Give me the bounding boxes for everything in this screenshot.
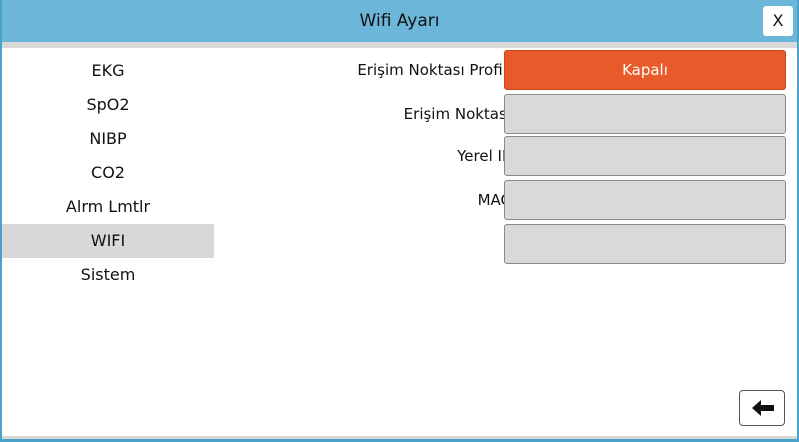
row-extra: [214, 224, 797, 264]
local-ip-field[interactable]: [504, 136, 786, 176]
close-button[interactable]: X: [763, 6, 793, 36]
sidebar: EKG SpO2 NIBP CO2 Alrm Lmtlr WIFI Sistem: [2, 48, 214, 436]
sidebar-item-alarm-limits[interactable]: Alrm Lmtlr: [2, 190, 214, 224]
title-bar: Wifi Ayarı X: [2, 0, 797, 42]
arrow-left-icon: [752, 400, 774, 416]
access-point-profile-label: Erişim Noktası Profili: [357, 61, 511, 79]
wifi-settings-window: Wifi Ayarı X EKG SpO2 NIBP CO2 Alrm Lmtl…: [0, 0, 799, 442]
access-point-profile-select[interactable]: Kapalı: [504, 50, 786, 90]
sidebar-item-system[interactable]: Sistem: [2, 258, 214, 292]
window-title: Wifi Ayarı: [359, 11, 440, 31]
sidebar-item-nibp[interactable]: NIBP: [2, 122, 214, 156]
settings-panel: Erişim Noktası Profili Kapalı Erişim Nok…: [214, 48, 797, 436]
row-access-point: Erişim Noktası: [214, 94, 797, 134]
row-access-point-profile: Erişim Noktası Profili Kapalı: [214, 50, 797, 90]
row-mac: MAC: [214, 180, 797, 220]
sidebar-item-spo2[interactable]: SpO2: [2, 88, 214, 122]
sidebar-item-ekg[interactable]: EKG: [2, 54, 214, 88]
sidebar-item-co2[interactable]: CO2: [2, 156, 214, 190]
sidebar-item-wifi[interactable]: WIFI: [2, 224, 214, 258]
access-point-field[interactable]: [504, 94, 786, 134]
local-ip-label: Yerel IP: [457, 147, 511, 165]
access-point-label: Erişim Noktası: [403, 105, 511, 123]
mac-field[interactable]: [504, 180, 786, 220]
row-local-ip: Yerel IP: [214, 136, 797, 176]
extra-field[interactable]: [504, 224, 786, 264]
back-button[interactable]: [739, 390, 785, 426]
